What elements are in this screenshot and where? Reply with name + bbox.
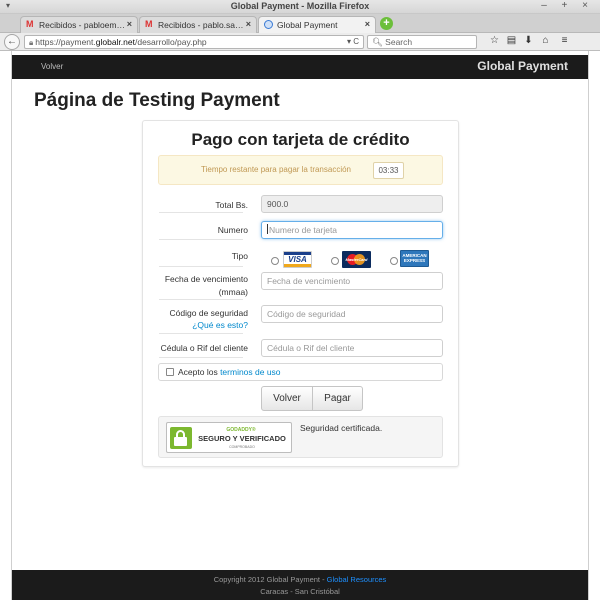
terms-checkbox[interactable] [166, 368, 174, 376]
tab-gmail-1[interactable]: M Recibidos - pabloemsan... × [20, 16, 138, 33]
url-domain: globalr.net [95, 37, 135, 47]
total-label: Total Bs. [215, 200, 248, 210]
window-titlebar: ▾ Global Payment - Mozilla Firefox – + × [0, 0, 600, 14]
timer-alert: Tiempo restante para pagar la transacció… [158, 155, 443, 185]
nav-back-link[interactable]: Volver [41, 62, 63, 71]
security-text: Seguridad certificada. [300, 423, 383, 433]
terms-link[interactable]: terminos de uso [220, 367, 280, 377]
close-icon[interactable]: × [246, 19, 251, 29]
tab-label: Global Payment [277, 20, 338, 30]
window-title: Global Payment - Mozilla Firefox [230, 1, 370, 11]
gmail-icon: M [26, 19, 34, 29]
tab-bar: M Recibidos - pabloemsan... × M Recibido… [0, 14, 600, 34]
terms-prefix: Acepto los [178, 367, 221, 377]
security-code-input[interactable]: Código de seguridad [261, 305, 443, 323]
amex-logo-text: AMERICAN EXPRESS [402, 253, 427, 263]
row-divider [159, 333, 243, 334]
search-placeholder: Search [385, 37, 413, 47]
tab-gmail-2[interactable]: M Recibidos - pablo.sanch... × [139, 16, 257, 33]
terms-label: Acepto los terminos de uso [178, 367, 281, 377]
tab-label: Recibidos - pabloemsan... [39, 20, 127, 30]
godaddy-seal[interactable]: GODADDY® SEGURO Y VERIFICADO COMPROBADO [166, 422, 292, 453]
globe-icon [264, 20, 273, 29]
visa-logo-text: VISA [288, 255, 307, 264]
payment-form-card: Pago con tarjeta de crédito Tiempo resta… [142, 120, 459, 467]
seal-brand: GODADDY® [226, 427, 256, 433]
form-title: Pago con tarjeta de crédito [191, 130, 410, 149]
row-divider [159, 299, 243, 300]
footer-resources-link[interactable]: Global Resources [327, 575, 387, 584]
amex-logo: AMERICAN EXPRESS [400, 250, 429, 267]
toolbar-icons: ☆ ▤ ⬇ ⌂ ≡ [486, 35, 573, 46]
footer-copyright-line: Copyright 2012 Global Payment - Global R… [12, 575, 588, 584]
site-footer: Copyright 2012 Global Payment - Global R… [12, 570, 588, 600]
row-divider [159, 357, 243, 358]
type-label: Tipo [231, 251, 248, 261]
star-icon[interactable]: ☆ [486, 35, 503, 46]
expiry-label: Fecha de vencimiento [164, 274, 248, 284]
expiry-date-input[interactable]: Fecha de vencimiento [261, 272, 443, 290]
gmail-icon: M [145, 19, 153, 29]
lock-icon [170, 427, 192, 449]
total-field: 900.0 [261, 195, 443, 213]
row-divider [159, 239, 243, 240]
expiry-format-label: (mmaa) [218, 287, 248, 297]
row-divider [159, 266, 243, 267]
timer-label: Tiempo restante para pagar la transacció… [201, 165, 352, 174]
tab-global-payment[interactable]: Global Payment × [258, 16, 376, 34]
page-title: Página de Testing Payment [34, 90, 280, 111]
navigation-bar: ← 🔒︎ https://payment.globalr.net/desarrol… [0, 33, 600, 51]
mastercard-logo-text: MasterCard [345, 257, 368, 262]
reader-icon[interactable]: ▤ [503, 35, 520, 46]
customer-id-label: Cédula o Rif del cliente [160, 343, 248, 353]
radio-mastercard[interactable] [331, 257, 339, 265]
seal-sub-text: COMPROBADO [229, 445, 255, 449]
site-brand[interactable]: Global Payment [477, 59, 568, 73]
cvv-help-link[interactable]: ¿Qué es esto? [192, 320, 248, 330]
url-path: /desarrollo/pay.php [134, 37, 207, 47]
customer-id-input[interactable]: Cédula o Rif del cliente [261, 339, 443, 357]
footer-copyright: Copyright 2012 Global Payment - [213, 575, 327, 584]
viewport-border-left [11, 51, 12, 600]
mastercard-logo: MasterCard [342, 251, 371, 268]
window-controls[interactable]: – + × [541, 0, 594, 11]
visa-logo: VISA [283, 251, 312, 268]
close-icon[interactable]: × [365, 19, 370, 29]
radio-visa[interactable] [271, 257, 279, 265]
home-icon[interactable]: ⌂ [537, 35, 554, 46]
download-icon[interactable]: ⬇ [520, 35, 537, 46]
search-icon: 🔍︎ [372, 37, 383, 47]
cvv-label: Código de seguridad [169, 308, 248, 318]
seal-main-text: SEGURO Y VERIFICADO [198, 434, 286, 443]
viewport-border-right [588, 51, 589, 600]
tab-label: Recibidos - pablo.sanch... [158, 20, 246, 30]
number-label: Numero [217, 225, 248, 235]
radio-amex[interactable] [390, 257, 398, 265]
footer-location: Caracas - San Cristóbal [260, 587, 340, 596]
lock-icon: 🔒︎ [29, 38, 34, 47]
search-input[interactable]: 🔍︎ Search [367, 35, 477, 49]
back-button[interactable]: Volver [261, 386, 313, 411]
url-bar[interactable]: 🔒︎ https://payment.globalr.net/desarrollo… [24, 35, 364, 49]
card-number-input[interactable]: Numero de tarjeta [261, 221, 443, 239]
back-arrow-icon[interactable]: ← [4, 34, 20, 50]
url-prefix: https://payment. [35, 37, 96, 47]
reload-icon[interactable]: ▾ C [347, 36, 359, 48]
row-divider [159, 212, 243, 213]
close-icon[interactable]: × [127, 19, 132, 29]
menu-icon[interactable]: ≡ [556, 35, 573, 46]
terms-row: Acepto los terminos de uso [158, 363, 443, 381]
security-seal-box: GODADDY® SEGURO Y VERIFICADO COMPROBADO … [158, 416, 443, 458]
new-tab-button[interactable]: + [380, 17, 393, 30]
pay-button[interactable]: Pagar [312, 386, 363, 411]
site-navbar: Volver Global Payment [12, 55, 588, 79]
timer-value: 03:33 [373, 162, 404, 179]
